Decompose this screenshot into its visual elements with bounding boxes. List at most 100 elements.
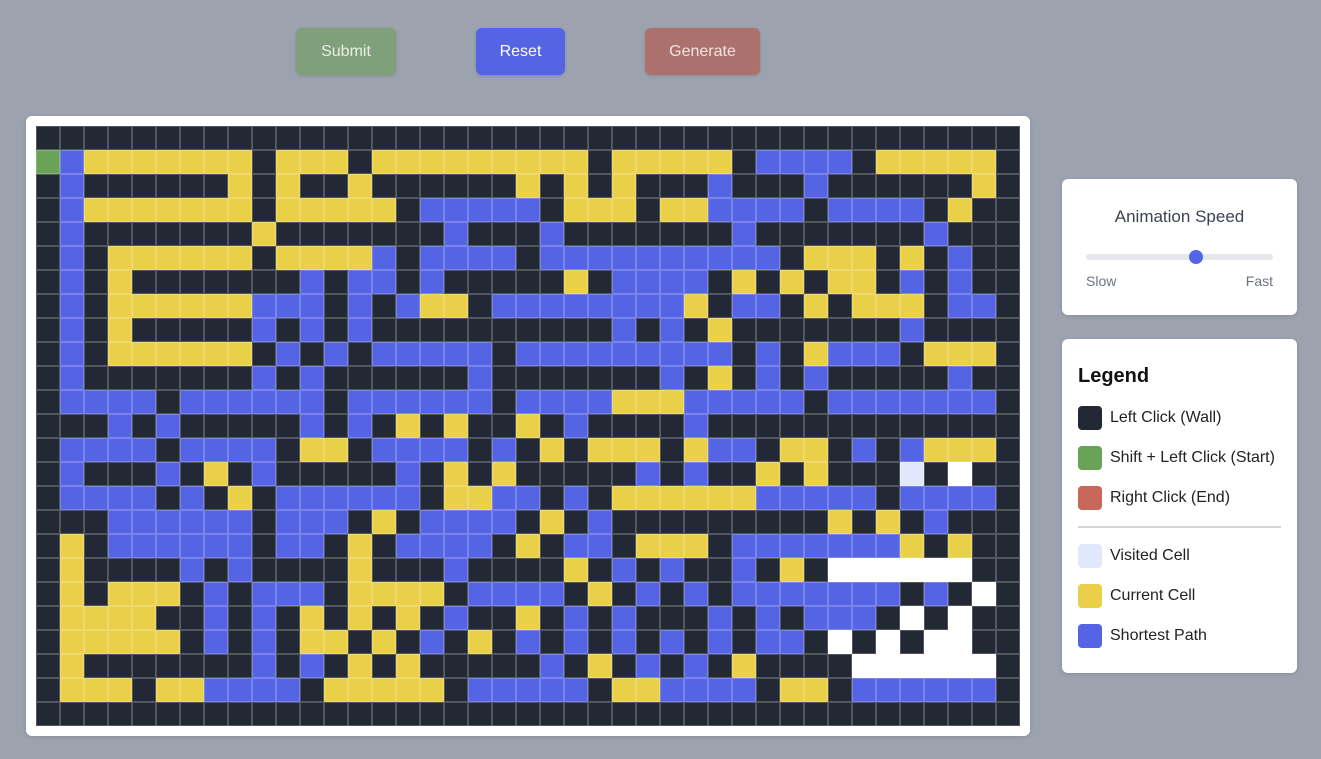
wall-cell[interactable]	[612, 366, 636, 390]
current-cell[interactable]	[972, 342, 996, 366]
path-cell[interactable]	[732, 534, 756, 558]
path-cell[interactable]	[948, 390, 972, 414]
current-cell[interactable]	[636, 486, 660, 510]
path-cell[interactable]	[492, 294, 516, 318]
current-cell[interactable]	[84, 630, 108, 654]
current-cell[interactable]	[660, 150, 684, 174]
wall-cell[interactable]	[564, 222, 588, 246]
wall-cell[interactable]	[876, 414, 900, 438]
wall-cell[interactable]	[36, 582, 60, 606]
wall-cell[interactable]	[444, 654, 468, 678]
current-cell[interactable]	[468, 630, 492, 654]
wall-cell[interactable]	[228, 222, 252, 246]
wall-cell[interactable]	[660, 222, 684, 246]
wall-cell[interactable]	[324, 174, 348, 198]
current-cell[interactable]	[300, 630, 324, 654]
wall-cell[interactable]	[636, 174, 660, 198]
current-cell[interactable]	[636, 678, 660, 702]
wall-cell[interactable]	[948, 702, 972, 726]
wall-cell[interactable]	[252, 558, 276, 582]
wall-cell[interactable]	[516, 246, 540, 270]
path-cell[interactable]	[756, 390, 780, 414]
path-cell[interactable]	[612, 246, 636, 270]
path-cell[interactable]	[636, 462, 660, 486]
path-cell[interactable]	[948, 246, 972, 270]
path-cell[interactable]	[708, 438, 732, 462]
wall-cell[interactable]	[564, 126, 588, 150]
path-cell[interactable]	[420, 342, 444, 366]
wall-cell[interactable]	[468, 222, 492, 246]
current-cell[interactable]	[228, 246, 252, 270]
path-cell[interactable]	[924, 222, 948, 246]
wall-cell[interactable]	[708, 294, 732, 318]
wall-cell[interactable]	[204, 222, 228, 246]
wall-cell[interactable]	[924, 702, 948, 726]
wall-cell[interactable]	[492, 414, 516, 438]
wall-cell[interactable]	[468, 654, 492, 678]
wall-cell[interactable]	[972, 702, 996, 726]
wall-cell[interactable]	[372, 222, 396, 246]
current-cell[interactable]	[972, 150, 996, 174]
path-cell[interactable]	[900, 198, 924, 222]
wall-cell[interactable]	[900, 582, 924, 606]
path-cell[interactable]	[252, 582, 276, 606]
wall-cell[interactable]	[900, 510, 924, 534]
wall-cell[interactable]	[468, 558, 492, 582]
wall-cell[interactable]	[108, 462, 132, 486]
current-cell[interactable]	[132, 198, 156, 222]
path-cell[interactable]	[900, 318, 924, 342]
wall-cell[interactable]	[876, 702, 900, 726]
path-cell[interactable]	[636, 270, 660, 294]
wall-cell[interactable]	[84, 222, 108, 246]
path-cell[interactable]	[252, 294, 276, 318]
wall-cell[interactable]	[516, 366, 540, 390]
path-cell[interactable]	[804, 150, 828, 174]
wall-cell[interactable]	[588, 414, 612, 438]
path-cell[interactable]	[732, 294, 756, 318]
path-cell[interactable]	[228, 510, 252, 534]
wall-cell[interactable]	[108, 174, 132, 198]
current-cell[interactable]	[276, 174, 300, 198]
wall-cell[interactable]	[684, 702, 708, 726]
wall-cell[interactable]	[732, 702, 756, 726]
wall-cell[interactable]	[36, 510, 60, 534]
wall-cell[interactable]	[156, 174, 180, 198]
current-cell[interactable]	[780, 558, 804, 582]
current-cell[interactable]	[612, 174, 636, 198]
wall-cell[interactable]	[204, 318, 228, 342]
wall-cell[interactable]	[732, 174, 756, 198]
wall-cell[interactable]	[732, 342, 756, 366]
path-cell[interactable]	[756, 582, 780, 606]
wall-cell[interactable]	[780, 318, 804, 342]
path-cell[interactable]	[420, 510, 444, 534]
wall-cell[interactable]	[396, 702, 420, 726]
path-cell[interactable]	[780, 198, 804, 222]
path-cell[interactable]	[900, 438, 924, 462]
wall-cell[interactable]	[588, 702, 612, 726]
wall-cell[interactable]	[852, 318, 876, 342]
wall-cell[interactable]	[732, 630, 756, 654]
wall-cell[interactable]	[828, 702, 852, 726]
wall-cell[interactable]	[84, 174, 108, 198]
maze-grid[interactable]	[36, 126, 1020, 726]
wall-cell[interactable]	[276, 222, 300, 246]
wall-cell[interactable]	[732, 510, 756, 534]
path-cell[interactable]	[420, 198, 444, 222]
wall-cell[interactable]	[756, 702, 780, 726]
current-cell[interactable]	[372, 630, 396, 654]
path-cell[interactable]	[540, 222, 564, 246]
wall-cell[interactable]	[636, 414, 660, 438]
wall-cell[interactable]	[756, 222, 780, 246]
current-cell[interactable]	[828, 510, 852, 534]
current-cell[interactable]	[276, 198, 300, 222]
path-cell[interactable]	[468, 510, 492, 534]
wall-cell[interactable]	[420, 222, 444, 246]
wall-cell[interactable]	[996, 318, 1020, 342]
current-cell[interactable]	[900, 150, 924, 174]
path-cell[interactable]	[252, 606, 276, 630]
wall-cell[interactable]	[876, 270, 900, 294]
current-cell[interactable]	[444, 294, 468, 318]
path-cell[interactable]	[516, 198, 540, 222]
wall-cell[interactable]	[252, 126, 276, 150]
wall-cell[interactable]	[996, 150, 1020, 174]
